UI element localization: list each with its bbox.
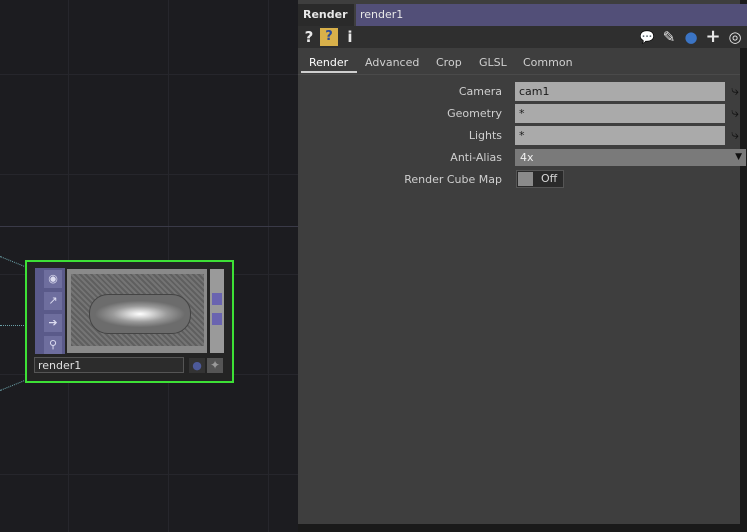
geometry-picker-icon[interactable]: ⤷ <box>726 104 744 123</box>
lights-picker-icon[interactable]: ⤷ <box>726 126 744 145</box>
pane-divider <box>0 226 298 227</box>
node-name-label[interactable]: render1 <box>34 357 184 373</box>
render-node[interactable]: ◉ ↗ ➔ ⚲ render1 ● ✦ <box>25 260 234 383</box>
geometry-field[interactable]: * <box>515 104 725 123</box>
active-tab-indicator <box>301 71 357 73</box>
parameter-panel: Render render1 ? ? i 💬 ✎ ● + ◎ Render Ad… <box>298 0 747 532</box>
target-icon[interactable]: ◎ <box>726 28 744 46</box>
info-icon[interactable]: i <box>344 28 356 46</box>
anti-alias-value: 4x <box>520 151 534 164</box>
panel-toolbar: ? ? i 💬 ✎ ● + ◎ <box>298 26 747 48</box>
panel-title-bar: Render render1 <box>298 4 747 26</box>
output-connector[interactable] <box>212 313 222 325</box>
param-tabs: Render Advanced Crop GLSL Common <box>298 52 740 72</box>
python-help-icon[interactable]: ? <box>320 28 338 46</box>
camera-picker-icon[interactable]: ⤷ <box>726 82 744 101</box>
node-viewer[interactable] <box>67 269 207 353</box>
anti-alias-select[interactable]: 4x ▼ <box>515 149 746 166</box>
node-flags-panel: ◉ ↗ ➔ ⚲ <box>35 268 65 354</box>
node-cook-icon[interactable]: ✦ <box>207 358 223 373</box>
help-icon[interactable]: ? <box>302 28 316 46</box>
network-editor[interactable]: ◉ ↗ ➔ ⚲ render1 ● ✦ <box>0 0 298 532</box>
chevron-down-icon: ▼ <box>735 152 742 162</box>
camera-label: Camera <box>458 85 502 98</box>
output-connector[interactable] <box>212 293 222 305</box>
viewer-flag-icon[interactable]: ◉ <box>44 270 62 288</box>
node-output-connectors <box>210 269 224 353</box>
node-status-icon: ● <box>189 358 205 373</box>
panel-body: Render render1 ? ? i 💬 ✎ ● + ◎ Render Ad… <box>298 0 747 524</box>
bypass-flag-icon[interactable]: ⚲ <box>44 336 62 354</box>
tabs-divider <box>298 74 740 75</box>
python-icon[interactable]: ● <box>682 28 700 46</box>
render-cube-map-toggle[interactable]: Off <box>516 170 564 188</box>
tab-render[interactable]: Render <box>309 52 348 72</box>
lights-field[interactable]: * <box>515 126 725 145</box>
tab-glsl[interactable]: GLSL <box>479 52 507 72</box>
tab-crop[interactable]: Crop <box>436 52 462 72</box>
toggle-knob <box>518 172 533 186</box>
chart-flag-icon[interactable]: ↗ <box>44 292 62 310</box>
geometry-label: Geometry <box>447 107 502 120</box>
lights-label: Lights <box>468 129 502 142</box>
output-flag-icon[interactable]: ➔ <box>44 314 62 332</box>
toggle-state: Off <box>541 172 558 185</box>
anti-alias-label: Anti-Alias <box>450 151 502 164</box>
add-icon[interactable]: + <box>704 28 722 46</box>
camera-field[interactable]: cam1 <box>515 82 725 101</box>
render-cube-map-label: Render Cube Map <box>404 173 502 186</box>
tab-advanced[interactable]: Advanced <box>365 52 419 72</box>
op-name-field[interactable]: render1 <box>356 4 747 26</box>
tab-common[interactable]: Common <box>523 52 573 72</box>
edit-icon[interactable]: ✎ <box>660 28 678 46</box>
op-type-label: Render <box>298 4 354 26</box>
capsule-preview <box>89 294 191 334</box>
comment-icon[interactable]: 💬 <box>638 28 656 46</box>
node-preview-image <box>71 274 204 346</box>
